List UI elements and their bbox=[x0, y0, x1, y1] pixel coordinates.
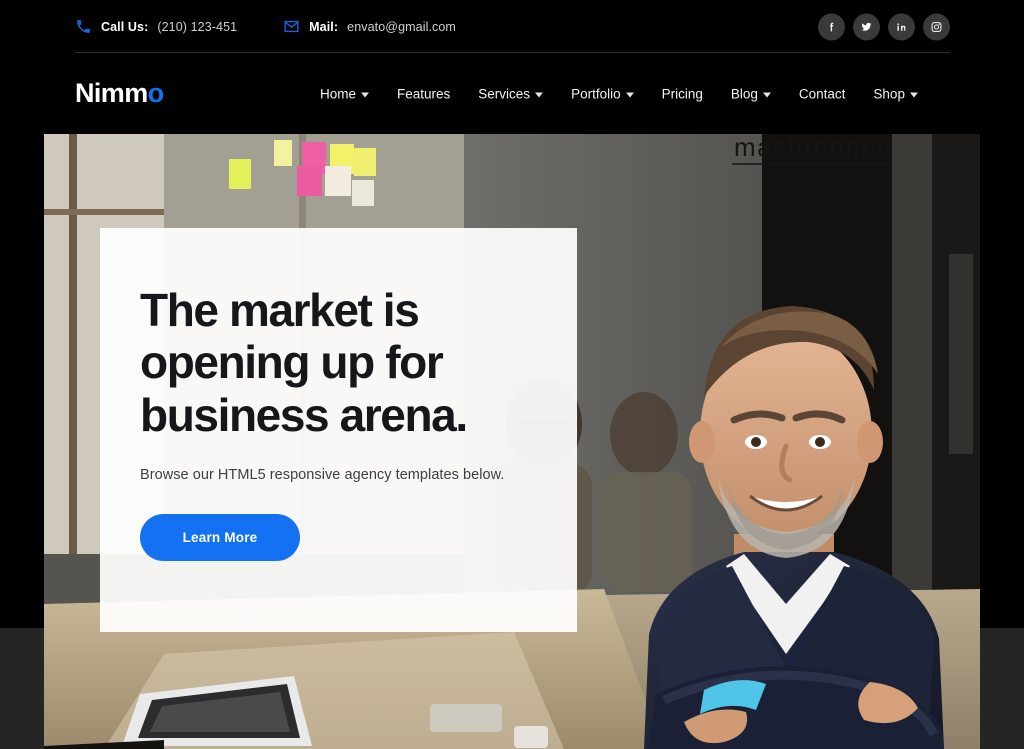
learn-more-button[interactable]: Learn More bbox=[140, 514, 300, 562]
facebook-icon bbox=[825, 20, 838, 33]
hero-title: The market is opening up for business ar… bbox=[140, 284, 468, 441]
mail-icon bbox=[283, 18, 300, 35]
nav-item-features[interactable]: Features bbox=[397, 80, 450, 107]
nav-item-contact[interactable]: Contact bbox=[799, 80, 846, 107]
chevron-down-icon bbox=[625, 92, 634, 97]
hero-content-card: The market is opening up for business ar… bbox=[100, 228, 577, 632]
twitter-icon bbox=[860, 20, 873, 33]
nav-label-home: Home bbox=[320, 86, 357, 101]
social-link-twitter[interactable] bbox=[853, 13, 880, 40]
mail-label: Mail: bbox=[309, 19, 339, 34]
mail-value: envato@gmail.com bbox=[347, 19, 456, 34]
contact-mail[interactable]: Mail: envato@gmail.com bbox=[283, 18, 456, 35]
top-contact-bar: Call Us: (210) 123-451 Mail: envato@gmai… bbox=[0, 0, 1024, 53]
nav-label-contact: Contact bbox=[798, 86, 846, 101]
chevron-down-icon bbox=[361, 92, 370, 97]
logo-text: Nimm bbox=[75, 78, 148, 108]
hero-section: mashroom.6 The market is opening up for … bbox=[44, 134, 980, 749]
primary-navigation: Home Features Services Portfolio Pricing bbox=[320, 80, 918, 107]
nav-label-blog: Blog bbox=[730, 86, 758, 101]
social-link-linkedin[interactable] bbox=[888, 13, 915, 40]
social-link-facebook[interactable] bbox=[818, 13, 845, 40]
instagram-icon bbox=[930, 20, 943, 33]
nav-label-features: Features bbox=[397, 86, 451, 101]
social-links bbox=[818, 13, 950, 40]
nav-label-services: Services bbox=[478, 86, 531, 101]
nav-item-portfolio[interactable]: Portfolio bbox=[571, 80, 634, 107]
site-logo[interactable]: Nimmo bbox=[75, 80, 164, 107]
nav-label-portfolio: Portfolio bbox=[571, 86, 621, 101]
nav-item-home[interactable]: Home bbox=[320, 80, 370, 107]
phone-icon bbox=[75, 18, 92, 35]
phone-label: Call Us: bbox=[101, 19, 149, 34]
nav-item-pricing[interactable]: Pricing bbox=[662, 80, 703, 107]
social-link-instagram[interactable] bbox=[923, 13, 950, 40]
chevron-down-icon bbox=[909, 92, 918, 97]
linkedin-icon bbox=[895, 20, 908, 33]
logo-accent-letter: o bbox=[147, 78, 165, 108]
nav-item-shop[interactable]: Shop bbox=[873, 80, 918, 107]
chevron-down-icon bbox=[535, 92, 544, 97]
main-navbar: Nimmo Home Features Services Portfolio P… bbox=[0, 53, 1024, 134]
page-root: Call Us: (210) 123-451 Mail: envato@gmai… bbox=[0, 0, 1024, 749]
nav-item-services[interactable]: Services bbox=[478, 80, 544, 107]
nav-item-blog[interactable]: Blog bbox=[731, 80, 771, 107]
nav-label-pricing: Pricing bbox=[661, 86, 703, 101]
contact-phone[interactable]: Call Us: (210) 123-451 bbox=[75, 18, 237, 35]
hero-subtitle: Browse our HTML5 responsive agency templ… bbox=[140, 467, 505, 484]
chevron-down-icon bbox=[762, 92, 771, 97]
phone-value: (210) 123-451 bbox=[157, 19, 238, 34]
nav-label-shop: Shop bbox=[873, 86, 905, 101]
svg-text:mashroom.6: mashroom.6 bbox=[734, 134, 894, 162]
